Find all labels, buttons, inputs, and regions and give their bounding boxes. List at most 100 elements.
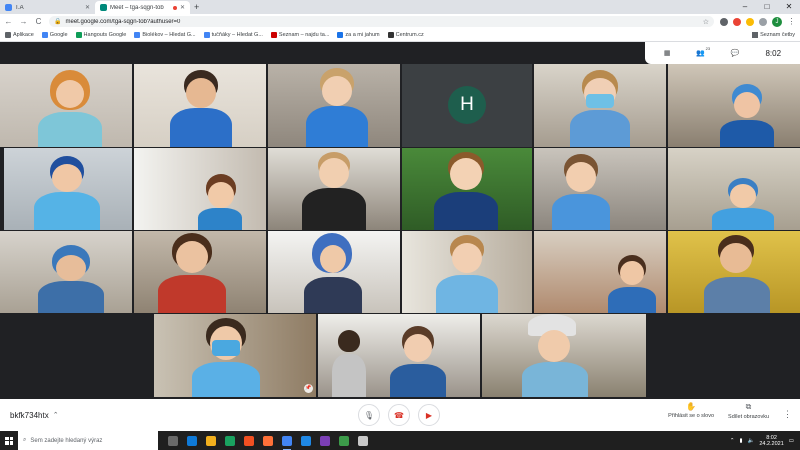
tab-title: Meet – tga-sqgn-tob — [110, 4, 164, 11]
meeting-details-icon[interactable]: ▦ — [664, 49, 671, 57]
participant-tile[interactable] — [402, 148, 532, 230]
bookmark-apps[interactable]: Aplikace — [5, 32, 34, 38]
extension-icon[interactable] — [733, 17, 741, 26]
close-window-button[interactable]: ✕ — [778, 0, 800, 14]
network-icon[interactable]: ▮ — [739, 438, 742, 444]
search-placeholder: Sem zadejte hledaný výraz — [30, 437, 103, 444]
chrome-icon[interactable] — [282, 435, 292, 450]
new-tab-button[interactable]: + — [194, 1, 199, 14]
participant-tile[interactable] — [268, 64, 400, 147]
tab-meet[interactable]: Meet – tga-sqgn-tob ✕ — [95, 1, 190, 14]
participant-tile[interactable] — [134, 64, 266, 147]
participant-tile[interactable] — [318, 314, 480, 397]
meeting-code: bkfk734htx — [10, 410, 49, 420]
mail-icon[interactable] — [301, 435, 311, 446]
participant-tile[interactable] — [0, 64, 132, 147]
empty-tile — [648, 314, 800, 397]
office-icon[interactable] — [244, 435, 254, 446]
bookmark-centrum[interactable]: Centrum.cz — [387, 32, 424, 38]
bookmark-search-2[interactable]: tučňáky – Hledat G... — [203, 32, 263, 38]
participant-tile[interactable] — [534, 148, 666, 230]
extension-icon[interactable] — [746, 17, 754, 26]
browser-toolbar: ← → C 🔒 meet.google.com/tga-sqgn-tob?aut… — [0, 14, 800, 29]
chat-icon[interactable]: 💬 — [731, 49, 740, 57]
raise-hand-button[interactable]: ✋ Přihlásit se o slovo — [668, 402, 714, 419]
participant-tile[interactable] — [268, 148, 400, 230]
puzzle-icon[interactable] — [759, 17, 767, 26]
bookmark-hangouts[interactable]: Hangouts Google — [75, 32, 126, 38]
participant-tile[interactable] — [534, 64, 666, 147]
bookmark-search-1[interactable]: Biolékov – Hledat G... — [134, 32, 196, 38]
bookmark-za[interactable]: za a mi jahum — [337, 32, 380, 38]
participant-tile[interactable] — [482, 314, 646, 397]
participant-tile[interactable] — [402, 231, 532, 313]
bookmark-label: Aplikace — [13, 32, 34, 38]
present-screen-button[interactable]: ⧉ Sdílet obrazovku — [728, 402, 769, 420]
participant-avatar: H — [448, 86, 486, 124]
participant-tile[interactable]: 📌 — [154, 314, 316, 397]
reading-list[interactable]: Seznam četby — [752, 32, 795, 38]
apps-grid-icon — [5, 32, 11, 38]
maximize-button[interactable]: □ — [756, 0, 778, 14]
camera-icon: ▶ — [425, 410, 433, 420]
site-icon — [337, 32, 344, 38]
address-bar[interactable]: 🔒 meet.google.com/tga-sqgn-tob?authuser=… — [49, 16, 714, 27]
meet-video-area: H 📌 ▦ 👥 23 💬 8:02 — [0, 42, 800, 399]
bookmark-label: tučňáky – Hledat G... — [211, 32, 263, 38]
participant-tile[interactable] — [668, 148, 800, 230]
bookmark-label: Google — [49, 32, 68, 38]
task-view-icon[interactable] — [168, 435, 178, 446]
close-tab-icon[interactable]: ✕ — [180, 4, 185, 11]
participant-tile[interactable] — [534, 231, 666, 313]
back-button[interactable]: ← — [4, 17, 13, 26]
more-options-icon[interactable]: ⋮ — [783, 402, 792, 426]
close-tab-icon[interactable]: ✕ — [85, 4, 90, 11]
present-label: Sdílet obrazovku — [728, 414, 769, 420]
participant-tile[interactable] — [268, 231, 400, 313]
bookmark-label: Biolékov – Hledat G... — [142, 32, 196, 38]
seznam-icon — [270, 32, 277, 38]
notifications-icon[interactable]: ▭ — [789, 438, 794, 444]
app-icon[interactable] — [320, 435, 330, 446]
participant-tile[interactable] — [668, 64, 800, 147]
tab-ta[interactable]: T.A ✕ — [0, 1, 95, 14]
url-text: meet.google.com/tga-sqgn-tob?authuser=0 — [65, 18, 181, 25]
tray-chevron-icon[interactable]: ⌃ — [730, 438, 735, 444]
participants-button[interactable]: 👥 23 — [696, 46, 710, 57]
store-icon[interactable] — [225, 435, 235, 446]
google-icon — [41, 32, 48, 38]
taskbar-search[interactable]: ⌕ Sem zadejte hledaný výraz — [18, 431, 158, 450]
participant-tile[interactable] — [4, 148, 132, 230]
bookmark-star-icon[interactable]: ☆ — [703, 18, 709, 26]
app-icon[interactable] — [358, 435, 368, 446]
participant-tile[interactable] — [134, 148, 266, 230]
bookmark-seznam[interactable]: Seznam – najdu ta... — [270, 32, 329, 38]
minimize-button[interactable]: – — [734, 0, 756, 14]
camera-button[interactable]: ▶ — [418, 404, 440, 426]
camera-extension-icon[interactable] — [720, 17, 728, 26]
hangouts-icon — [75, 32, 82, 38]
reading-list-icon — [752, 32, 759, 38]
edge-icon[interactable] — [187, 435, 197, 446]
participant-tile[interactable] — [668, 231, 800, 313]
start-button[interactable] — [0, 431, 18, 450]
forward-button[interactable]: → — [19, 17, 28, 26]
participant-tile[interactable] — [134, 231, 266, 313]
app-icon[interactable] — [339, 435, 349, 446]
microphone-button[interactable]: 🎙 — [358, 404, 380, 426]
tab-favicon-icon — [5, 4, 12, 11]
menu-kebab-icon[interactable]: ⋮ — [787, 17, 796, 26]
hang-up-icon: ☎ — [394, 410, 404, 420]
profile-avatar[interactable]: J — [772, 16, 782, 27]
participant-pin-icon[interactable]: 📌 — [304, 384, 313, 393]
meeting-details-button[interactable]: bkfk734htx ⌃ — [10, 411, 59, 420]
volume-icon[interactable]: 🔈 — [747, 438, 754, 444]
participant-tile[interactable] — [0, 231, 132, 313]
participant-tile-avatar[interactable]: H — [402, 64, 532, 147]
bookmark-google[interactable]: Google — [41, 32, 68, 38]
file-explorer-icon[interactable] — [206, 435, 216, 446]
leave-call-button[interactable]: ☎ — [388, 404, 410, 426]
reload-button[interactable]: C — [34, 17, 43, 26]
taskbar-clock[interactable]: 8:02 24.2.2021 — [759, 435, 783, 447]
firefox-icon[interactable] — [263, 435, 273, 446]
